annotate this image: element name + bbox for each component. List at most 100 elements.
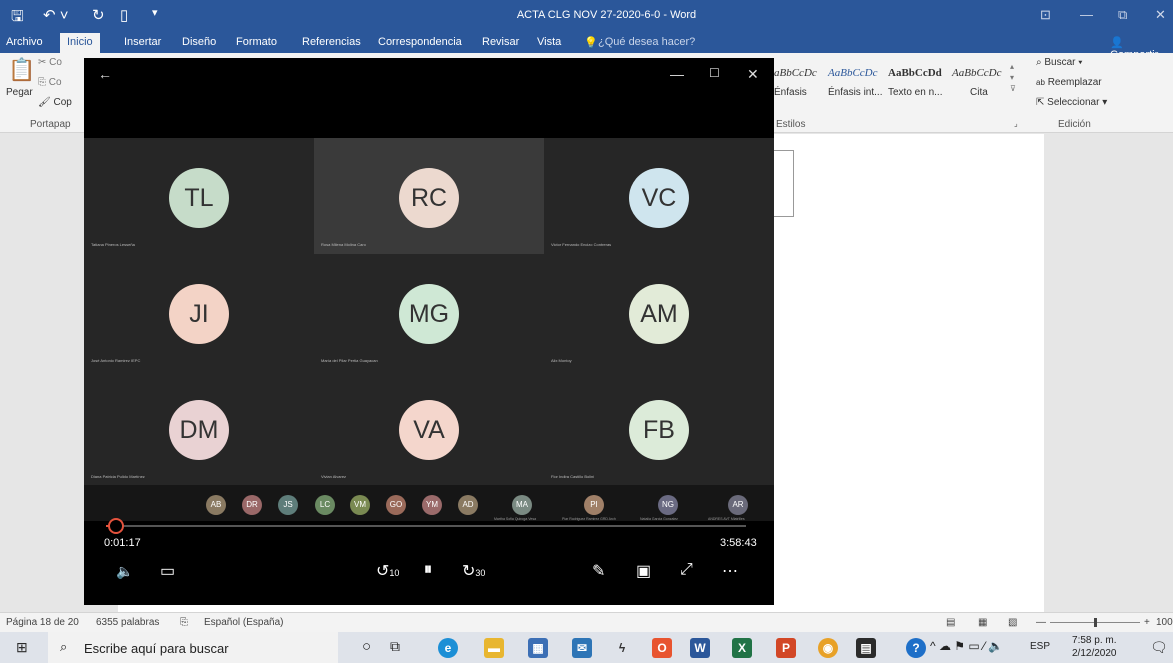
tab-archivo[interactable]: Archivo — [6, 36, 43, 48]
clock-date: 2/12/2020 — [1072, 648, 1117, 659]
style-preview-enfasis-int[interactable]: AaBbCcDc — [828, 67, 877, 79]
movies-tv-icon[interactable]: ▤ — [856, 638, 876, 658]
system-tray-icons[interactable]: ^ ☁ ⚑ ▭ ⁄ 🔈 — [930, 639, 1003, 653]
styles-launcher-icon[interactable]: ⌟ — [1014, 119, 1018, 128]
text-box[interactable] — [774, 150, 794, 217]
seek-thumb[interactable] — [108, 518, 124, 534]
participant-tile: FB Fior Indira Castillo Bolini — [544, 370, 774, 486]
paste-icon[interactable]: 📋 — [8, 57, 35, 83]
task-view-icon[interactable]: ⧉ — [390, 638, 400, 655]
mini-view-icon[interactable]: ▣ — [636, 561, 651, 581]
proofing-icon[interactable]: ⎘ — [180, 617, 188, 628]
word-count[interactable]: 6355 palabras — [96, 617, 159, 628]
web-layout-icon[interactable]: ▧ — [1008, 617, 1017, 628]
forward-icon: ↻ — [462, 563, 476, 580]
style-preview-texto[interactable]: AaBbCcDd — [888, 67, 942, 79]
help-icon[interactable]: ? — [906, 638, 926, 658]
style-name-cita[interactable]: Cita — [970, 87, 988, 98]
word-icon[interactable]: W — [690, 638, 710, 658]
mail-icon[interactable]: ✉ — [572, 638, 592, 658]
style-name-texto[interactable]: Texto en n... — [888, 87, 942, 98]
taskbar-search-box[interactable]: ⌕ Escribe aquí para buscar — [48, 632, 338, 663]
read-mode-icon[interactable]: ▤ — [946, 617, 955, 628]
strip-avatar: PI — [584, 495, 604, 515]
player-maximize-icon[interactable]: ☐ — [709, 66, 720, 80]
tab-diseno[interactable]: Diseño — [182, 36, 216, 48]
clock[interactable]: 7:58 p. m. 2/12/2020 — [1072, 634, 1117, 660]
style-name-enfasis[interactable]: Énfasis — [774, 87, 807, 98]
edge-icon[interactable]: e — [438, 638, 458, 658]
player-minimize-icon[interactable]: — — [670, 66, 684, 82]
tab-vista[interactable]: Vista — [537, 36, 561, 48]
style-name-enfasis-int[interactable]: Énfasis int... — [828, 87, 882, 98]
back-arrow-icon[interactable]: ← — [98, 66, 112, 82]
strip-avatar: LC — [315, 495, 335, 515]
paste-button[interactable]: Pegar — [6, 87, 33, 98]
chrome-icon[interactable]: ◉ — [818, 638, 838, 658]
cortana-icon[interactable]: ○ — [362, 638, 371, 655]
strip-avatar: GO — [386, 495, 406, 515]
tell-me-input[interactable]: ¿Qué desea hacer? — [598, 36, 695, 48]
participant-name: Diana Patricia Pulido Martínez — [91, 474, 145, 479]
zoom-in-icon[interactable]: + — [1144, 617, 1150, 628]
tab-revisar[interactable]: Revisar — [482, 36, 519, 48]
tab-referencias[interactable]: Referencias — [302, 36, 361, 48]
format-painter-button[interactable]: 🖌 Cop — [38, 97, 72, 108]
participant-name: Rosa Milena Molina Caro — [321, 242, 366, 247]
style-preview-enfasis[interactable]: aBbCcDc — [774, 67, 817, 79]
ribbon-display-icon[interactable]: ⊡ — [1040, 7, 1051, 23]
strip-avatar: AR — [728, 495, 748, 515]
copy-button[interactable]: ⎘ Co — [38, 77, 62, 88]
excel-icon[interactable]: X — [732, 638, 752, 658]
pause-icon[interactable]: ⏸ — [424, 561, 432, 579]
minimize-icon[interactable]: — — [1080, 7, 1093, 22]
file-explorer-icon[interactable]: ▬ — [484, 638, 504, 658]
maximize-icon[interactable]: ⧉ — [1118, 7, 1127, 23]
input-language[interactable]: ESP — [1030, 641, 1050, 652]
close-icon[interactable]: ✕ — [1155, 7, 1166, 23]
forward-button[interactable]: ↻30 — [462, 561, 485, 581]
page-count[interactable]: Página 18 de 20 — [6, 617, 79, 628]
tab-insertar[interactable]: Insertar — [124, 36, 161, 48]
zoom-level[interactable]: 100% — [1156, 617, 1173, 628]
language-status[interactable]: Español (España) — [204, 617, 284, 628]
notifications-icon[interactable]: 🗨 — [1150, 639, 1168, 656]
replace-button[interactable]: ab Reemplazar — [1036, 77, 1102, 88]
pencil-icon[interactable]: ✎ — [592, 561, 605, 581]
cursor-icon: ⇱ — [1036, 97, 1045, 108]
cut-button[interactable]: ✂ Co — [38, 57, 62, 68]
copy-label: Co — [48, 77, 62, 88]
rewind-button[interactable]: ↺10 — [376, 561, 399, 581]
captions-icon[interactable]: ▭ — [160, 561, 175, 581]
winamp-icon[interactable]: ϟ — [612, 638, 632, 658]
tab-correspondencia[interactable]: Correspondencia — [378, 36, 462, 48]
player-close-icon[interactable]: ✕ — [747, 66, 759, 83]
strip-avatar: JS — [278, 495, 298, 515]
clock-time: 7:58 p. m. — [1072, 635, 1117, 646]
search-icon: ⌕ — [1036, 57, 1042, 68]
user-icon: 👤 — [1110, 37, 1124, 49]
strip-avatar: YM — [422, 495, 442, 515]
participant-avatar: MG — [399, 284, 459, 344]
powerpoint-icon[interactable]: P — [776, 638, 796, 658]
select-button[interactable]: ⇱ Seleccionar ▾ — [1036, 97, 1107, 108]
tab-inicio[interactable]: Inicio — [60, 33, 100, 53]
zoom-slider-thumb[interactable] — [1094, 618, 1097, 627]
participant-name: Tatiana Pineros Lesseña — [91, 242, 135, 247]
fullscreen-icon[interactable]: ⤢ — [680, 561, 693, 579]
zoom-out-icon[interactable]: — — [1036, 617, 1046, 628]
store-icon[interactable]: ▦ — [528, 638, 548, 658]
gallery-scroll-icon[interactable]: ▴ ▾ ⊽ — [1010, 61, 1016, 94]
style-preview-cita[interactable]: AaBbCcDc — [952, 67, 1001, 79]
print-layout-icon[interactable]: ▦ — [978, 617, 987, 628]
find-button[interactable]: ⌕ Buscar ▾ — [1036, 57, 1083, 68]
more-options-icon[interactable]: ⋯ — [722, 561, 738, 581]
windows-start-icon[interactable]: ⊞ — [16, 639, 28, 656]
volume-icon[interactable]: 🔈 — [116, 563, 133, 580]
office-icon[interactable]: O — [652, 638, 672, 658]
strip-avatar: AB — [206, 495, 226, 515]
tab-formato[interactable]: Formato — [236, 36, 277, 48]
seek-bar[interactable] — [106, 525, 746, 527]
participant-tile: DM Diana Patricia Pulido Martínez — [84, 370, 314, 486]
participant-tile: VA Vivian Alvarez — [314, 370, 544, 486]
